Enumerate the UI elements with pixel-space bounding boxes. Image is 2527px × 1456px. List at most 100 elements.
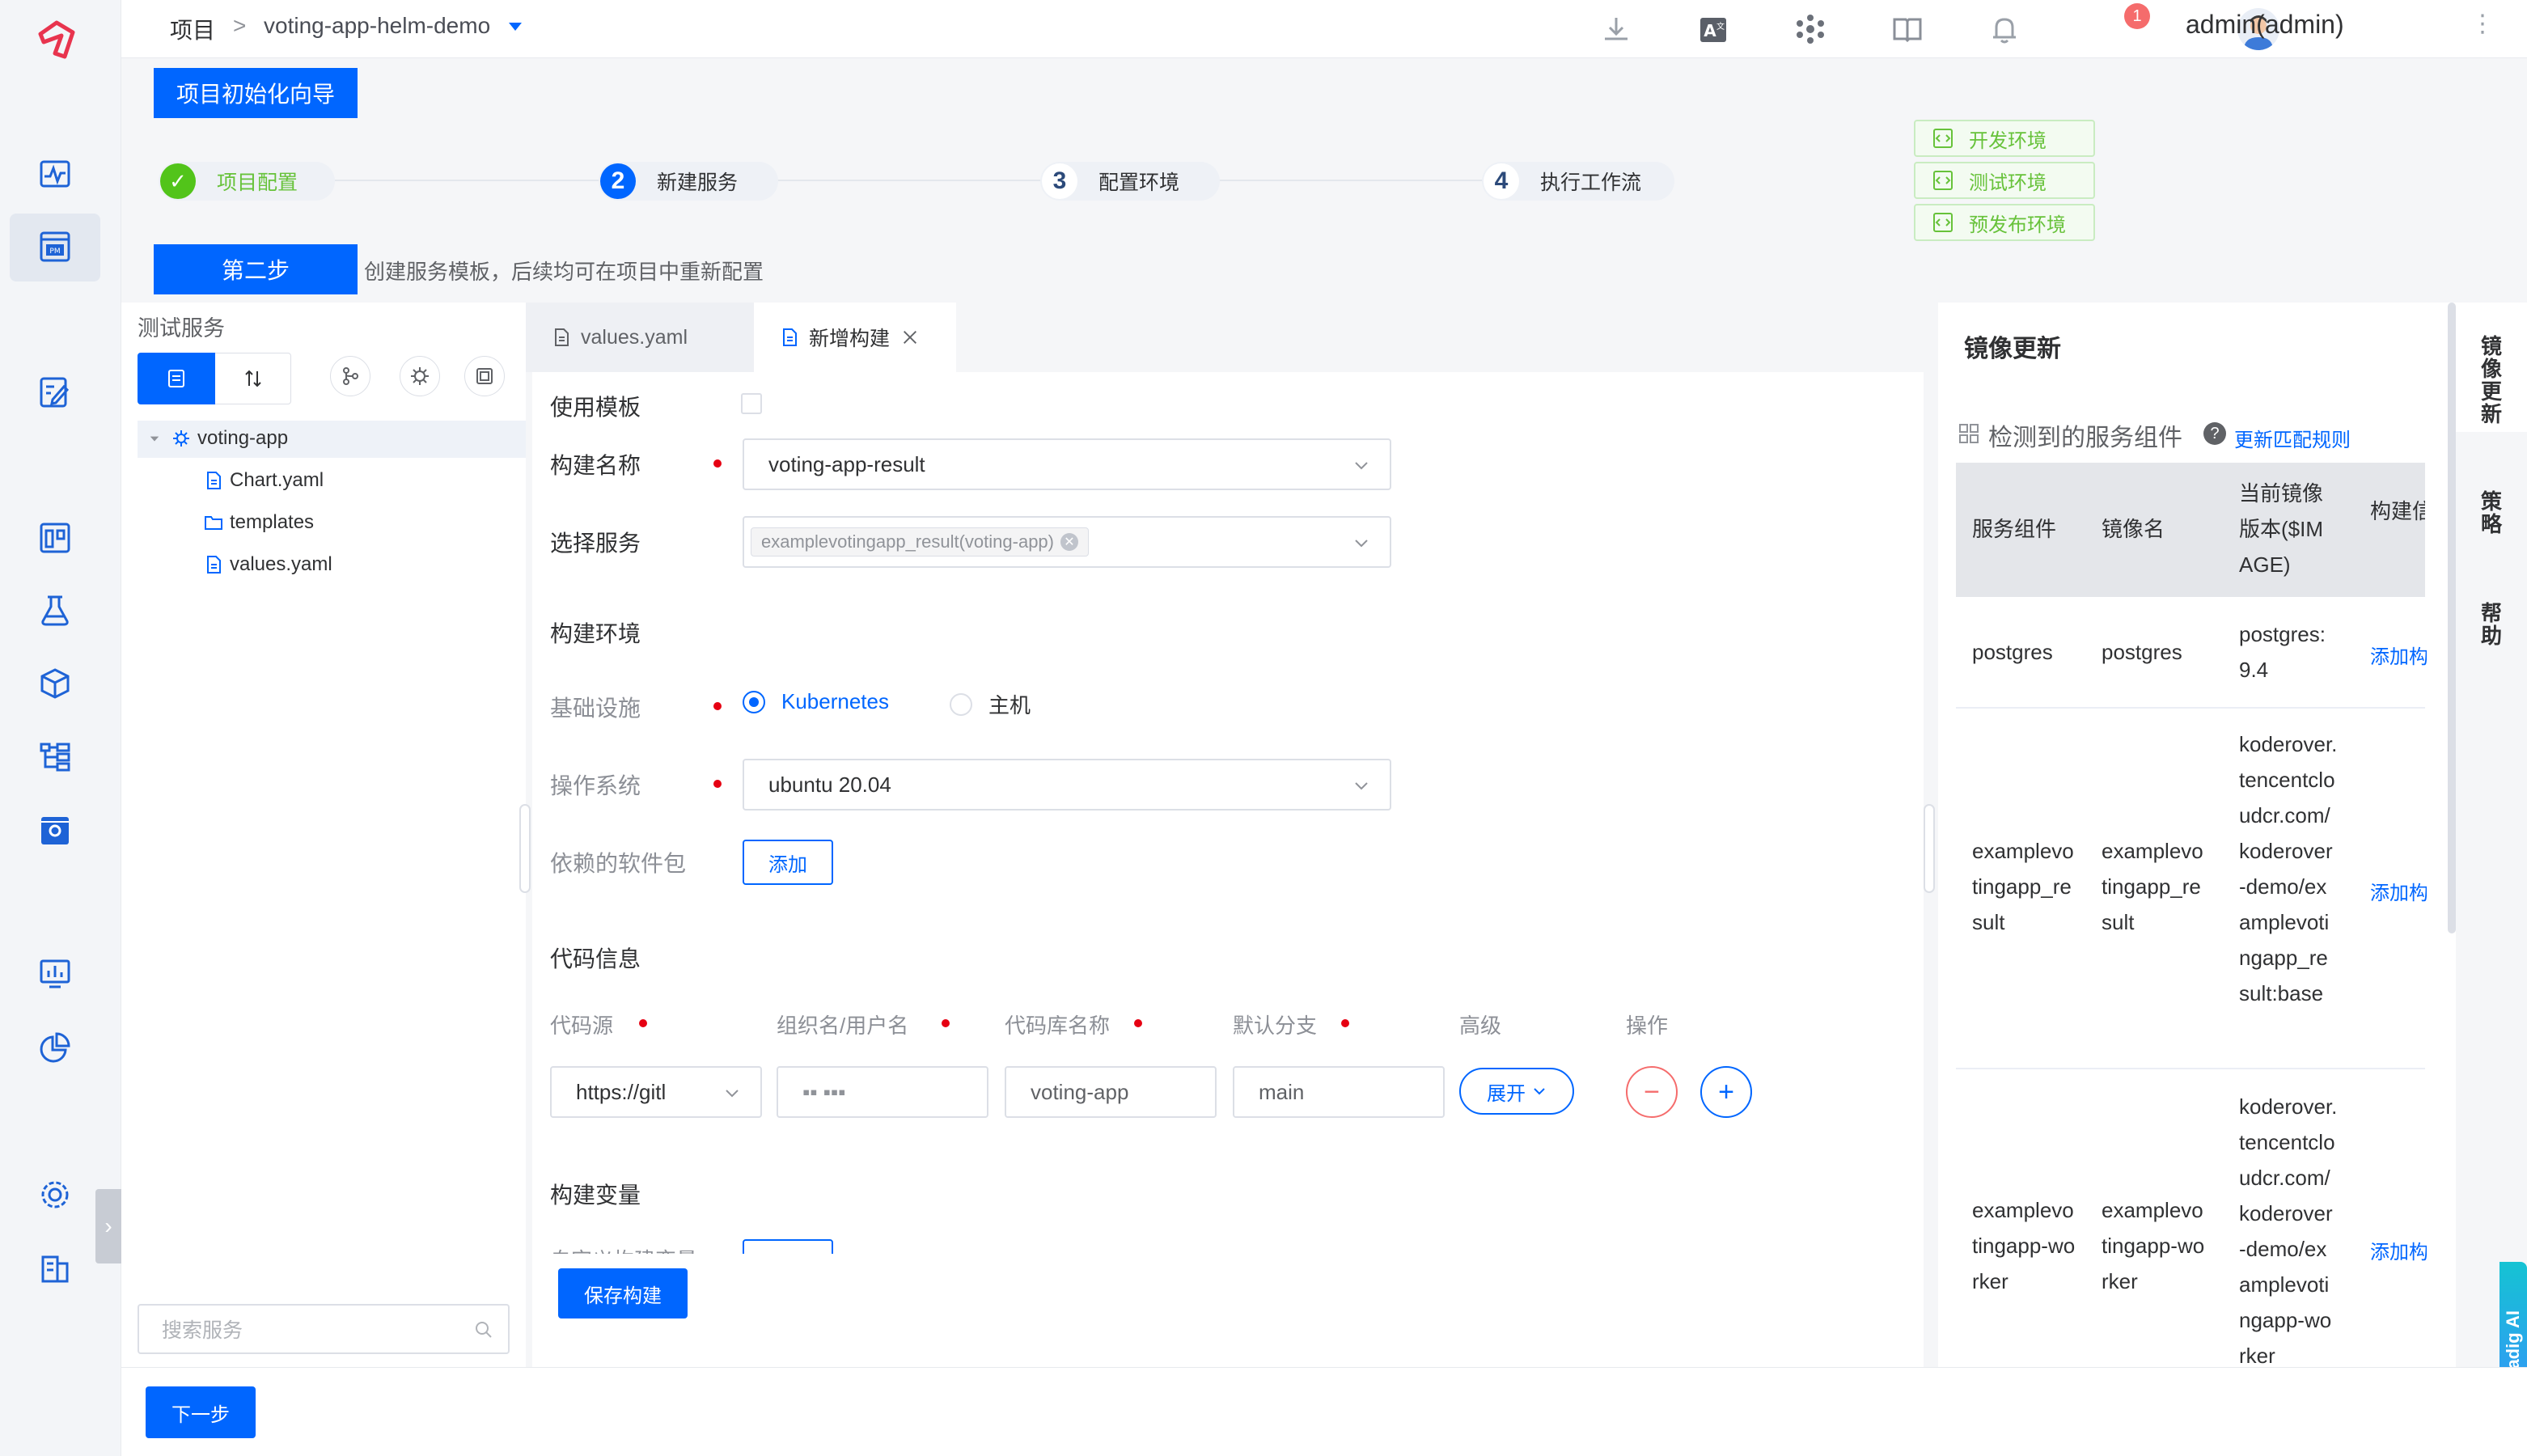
build-name-value: voting-app-result: [768, 451, 925, 476]
resize-handle-right[interactable]: [1924, 804, 1935, 893]
nav-project-pm-icon[interactable]: PM: [36, 228, 74, 265]
side-tab-strategy[interactable]: 策略: [2456, 490, 2527, 535]
list-view-button[interactable]: [138, 353, 215, 404]
step-1[interactable]: ✓ 项目配置: [159, 162, 335, 201]
row-version: postgres:9.4: [2239, 622, 2326, 682]
nav-monitor-chart-icon[interactable]: [36, 954, 74, 992]
required-marker: [713, 702, 722, 710]
nav-package-icon[interactable]: [36, 665, 74, 702]
env-test-button[interactable]: 测试环境: [1914, 162, 2095, 199]
resize-handle-left[interactable]: [519, 804, 531, 893]
panel-scrollbar[interactable]: [2448, 303, 2456, 933]
update-rule-link[interactable]: 更新匹配规则: [2234, 424, 2351, 452]
values-file-button[interactable]: [464, 356, 505, 396]
nav-settings-box-icon[interactable]: [36, 812, 74, 849]
side-tab-label: 镜像更新: [2480, 334, 2502, 426]
nav-collapse-toggle[interactable]: ›: [95, 1189, 121, 1263]
env-staging-button[interactable]: 预发布环境: [1914, 204, 2095, 241]
search-input[interactable]: 搜索服务: [138, 1304, 510, 1354]
env-dev-button[interactable]: 开发环境: [1914, 120, 2095, 157]
tree-node-values-yaml[interactable]: values.yaml: [204, 553, 332, 576]
more-menu-icon[interactable]: ⋮: [2470, 10, 2495, 38]
os-label: 操作系统: [550, 773, 641, 798]
search-icon: [476, 1322, 492, 1338]
build-name-label: 构建名称: [550, 453, 641, 478]
branch-value: main: [1259, 1079, 1305, 1104]
tree-node-templates[interactable]: templates: [204, 511, 314, 534]
git-service-button[interactable]: [330, 356, 370, 396]
bell-icon[interactable]: [1987, 11, 2022, 47]
nav-workflow-icon[interactable]: [36, 738, 74, 775]
nav-monitor-icon[interactable]: [36, 155, 74, 193]
wizard-title-button[interactable]: 项目初始化向导: [154, 68, 358, 118]
repo-input[interactable]: voting-app: [1005, 1066, 1217, 1118]
tree-node-voting-app[interactable]: voting-app: [149, 427, 288, 450]
nav-edit-icon[interactable]: [36, 374, 74, 411]
step-3[interactable]: 3 配置环境: [1040, 162, 1220, 201]
chart-template-button[interactable]: [400, 356, 440, 396]
translate-icon[interactable]: A文: [1695, 11, 1731, 47]
minus-icon: −: [1644, 1076, 1660, 1107]
add-build-link[interactable]: 添加构建: [2370, 641, 2427, 669]
chevron-down-icon: [1534, 1088, 1545, 1095]
svg-text:A: A: [1704, 21, 1716, 40]
add-deps-button[interactable]: 添加: [743, 840, 833, 885]
close-icon[interactable]: [901, 328, 919, 346]
chevron-down-icon: [726, 1090, 739, 1098]
side-tab-image-update[interactable]: 镜像更新: [2456, 335, 2527, 425]
step-4[interactable]: 4 执行工作流: [1482, 162, 1674, 201]
tab-values-yaml[interactable]: values.yaml: [526, 303, 754, 372]
save-build-button[interactable]: 保存构建: [558, 1268, 688, 1318]
step-3-label: 配置环境: [1098, 171, 1180, 194]
radio-checked-icon: [743, 690, 765, 713]
breadcrumb-separator: >: [233, 13, 247, 38]
code-header-advanced: 高级: [1459, 1014, 1502, 1038]
git-branch-icon: [343, 367, 358, 385]
add-build-link[interactable]: 添加构建: [2370, 877, 2427, 905]
step-2[interactable]: 2 新建服务: [599, 162, 778, 201]
nav-dashboard-icon[interactable]: [36, 519, 74, 557]
code-source-select[interactable]: https://gitl: [550, 1066, 762, 1118]
tab-label: 新增构建: [809, 328, 891, 350]
app-logo[interactable]: [32, 18, 78, 63]
side-tab-help[interactable]: 帮助: [2456, 602, 2527, 647]
download-icon[interactable]: [1598, 11, 1634, 47]
select-service-select[interactable]: examplevotingapp_result(voting-app) ✕: [743, 516, 1391, 568]
tab-new-build[interactable]: 新增构建: [754, 303, 956, 372]
book-icon[interactable]: [1890, 11, 1925, 47]
build-name-select[interactable]: voting-app-result: [743, 438, 1391, 490]
next-step-button[interactable]: 下一步: [146, 1386, 256, 1438]
org-input[interactable]: ▪▪ ▪▪▪: [777, 1066, 988, 1118]
nav-building-icon[interactable]: [36, 1249, 74, 1286]
branch-input[interactable]: main: [1233, 1066, 1445, 1118]
components-icon: [1959, 424, 1979, 443]
tag-close-icon[interactable]: ✕: [1060, 533, 1078, 551]
expand-advanced-button[interactable]: 展开: [1459, 1068, 1574, 1115]
infra-option-host[interactable]: 主机: [950, 689, 1031, 719]
add-repo-button[interactable]: +: [1700, 1066, 1752, 1118]
os-select[interactable]: ubuntu 20.04: [743, 759, 1391, 811]
user-name[interactable]: admin(admin): [2186, 10, 2344, 40]
project-dropdown-icon[interactable]: [508, 21, 523, 36]
infra-option-kubernetes[interactable]: Kubernetes: [743, 689, 889, 714]
required-marker: [713, 459, 722, 468]
breadcrumb-root[interactable]: 项目: [170, 13, 215, 45]
add-vars-button[interactable]: 添加: [743, 1239, 833, 1254]
chevron-down-icon: [1355, 782, 1368, 790]
nav-pie-chart-icon[interactable]: [36, 1029, 74, 1066]
nav-gear-icon[interactable]: [36, 1176, 74, 1213]
add-build-link[interactable]: 添加构建: [2370, 1236, 2427, 1264]
cluster-icon[interactable]: [1793, 11, 1828, 47]
tree-node-chart-yaml[interactable]: Chart.yaml: [204, 469, 324, 492]
detected-label: 检测到的服务组件: [1988, 425, 2182, 451]
breadcrumb-project[interactable]: voting-app-helm-demo: [264, 13, 490, 39]
help-question-icon[interactable]: ?: [2203, 422, 2226, 445]
required-marker: [1134, 1019, 1142, 1027]
remove-repo-button[interactable]: −: [1626, 1066, 1678, 1118]
step-connector: [332, 180, 599, 181]
vars-section: 构建变量: [550, 1183, 641, 1208]
nav-test-flask-icon[interactable]: [36, 592, 74, 629]
use-template-checkbox[interactable]: [741, 393, 762, 414]
sort-button[interactable]: [215, 353, 291, 404]
tree-title: 测试服务: [138, 316, 225, 341]
